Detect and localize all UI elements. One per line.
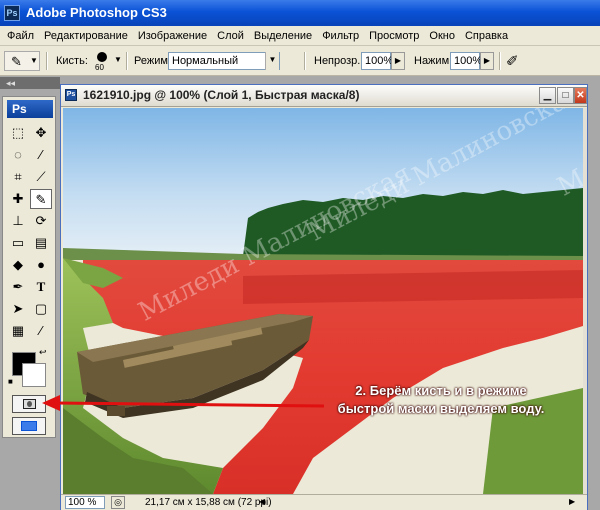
divider bbox=[46, 52, 48, 70]
swap-colors-icon[interactable]: ↩ bbox=[39, 347, 47, 358]
flow-input[interactable]: 100% bbox=[450, 52, 482, 70]
mode-label: Режим: bbox=[134, 55, 171, 67]
menu-filter[interactable]: Фильтр bbox=[317, 30, 364, 42]
shape-tool-icon[interactable]: ▢ bbox=[30, 299, 52, 319]
brush-picker-arrow-icon[interactable]: ▼ bbox=[114, 55, 122, 64]
document-window: Ps 1621910.jpg @ 100% (Слой 1, Быстрая м… bbox=[60, 84, 588, 510]
divider bbox=[304, 52, 306, 70]
menu-select[interactable]: Выделение bbox=[249, 30, 317, 42]
healing-brush-tool-icon[interactable]: ✚ bbox=[7, 189, 29, 209]
menu-file[interactable]: Файл bbox=[2, 30, 39, 42]
gradient-tool-icon[interactable]: ▤ bbox=[30, 233, 52, 253]
background-color-swatch[interactable] bbox=[22, 363, 46, 387]
options-bar: ✎ ▼ Кисть: 60 ▼ Режим: Нормальный ▼ Непр… bbox=[0, 46, 600, 76]
divider bbox=[499, 52, 501, 70]
maximize-button[interactable]: □ bbox=[557, 87, 574, 104]
scroll-left-icon[interactable]: ◀ bbox=[259, 497, 269, 508]
lasso-tool-icon[interactable]: ◌ bbox=[7, 145, 29, 165]
eraser-tool-icon[interactable]: ▭ bbox=[7, 233, 29, 253]
flow-label: Нажим: bbox=[414, 55, 453, 67]
screen-mode-button[interactable] bbox=[12, 417, 46, 435]
photoshop-logo-icon: Ps bbox=[4, 5, 20, 21]
screen-mode-icon bbox=[21, 421, 37, 431]
opacity-input[interactable]: 100% bbox=[361, 52, 393, 70]
menu-layer[interactable]: Слой bbox=[212, 30, 249, 42]
mode-select[interactable]: Нормальный ▼ bbox=[168, 52, 280, 70]
move-tool-icon[interactable]: ✥ bbox=[30, 123, 52, 143]
close-button[interactable]: ✕ bbox=[574, 87, 587, 104]
airbrush-icon[interactable]: ✐ bbox=[506, 52, 519, 70]
document-icon: Ps bbox=[65, 89, 77, 101]
flow-slider-button[interactable]: ▶ bbox=[480, 52, 494, 70]
mode-value: Нормальный bbox=[172, 55, 239, 67]
magic-wand-tool-icon[interactable]: ⁄ bbox=[30, 145, 52, 165]
brush-icon: ✎ bbox=[11, 54, 22, 69]
app-titlebar: Ps Adobe Photoshop CS3 bbox=[0, 0, 600, 26]
vertical-scrollbar[interactable] bbox=[583, 108, 587, 494]
default-colors-icon[interactable]: ■ bbox=[8, 377, 13, 386]
zoom-field[interactable]: 100 % bbox=[65, 496, 105, 509]
history-brush-tool-icon[interactable]: ⟳ bbox=[30, 211, 52, 231]
opacity-slider-button[interactable]: ▶ bbox=[391, 52, 405, 70]
app-title: Adobe Photoshop CS3 bbox=[26, 5, 167, 20]
annotation-line-2: быстрой маски выделяем воду. bbox=[337, 401, 545, 416]
image-canvas[interactable]: Миледи Малиновская Миледи Малиновская М bbox=[63, 108, 583, 494]
document-titlebar: Ps 1621910.jpg @ 100% (Слой 1, Быстрая м… bbox=[61, 85, 587, 107]
brush-tool-icon[interactable]: ✎ bbox=[30, 189, 52, 209]
document-size-info: 21,17 cм x 15,88 cм (72 ppi) bbox=[145, 497, 272, 508]
chevron-down-icon: ▼ bbox=[265, 52, 279, 70]
menu-edit[interactable]: Редактирование bbox=[39, 30, 133, 42]
annotation-arrow bbox=[42, 395, 325, 411]
type-tool-icon[interactable]: T bbox=[30, 277, 52, 297]
dodge-tool-icon[interactable]: ● bbox=[30, 255, 52, 275]
slice-tool-icon[interactable]: ⟋ bbox=[30, 167, 52, 187]
menu-image[interactable]: Изображение bbox=[133, 30, 212, 42]
menu-window[interactable]: Окно bbox=[424, 30, 460, 42]
document-title: 1621910.jpg @ 100% (Слой 1, Быстрая маск… bbox=[83, 88, 360, 102]
annotation-line-1: 2. Берём кисть и в режиме bbox=[355, 383, 527, 398]
toolbox-logo: Ps bbox=[7, 100, 53, 118]
path-selection-tool-icon[interactable]: ➤ bbox=[7, 299, 29, 319]
document-statusbar: 100 % ◎ 21,17 cм x 15,88 cм (72 ppi) ◀ ▶ bbox=[61, 494, 587, 510]
crop-tool-icon[interactable]: ⌗ bbox=[7, 167, 29, 187]
eyedropper-tool-icon[interactable]: ⁄ bbox=[30, 321, 52, 341]
toolbox-collapse-bar[interactable]: ◂◂ bbox=[0, 77, 60, 89]
status-info-icon[interactable]: ◎ bbox=[111, 496, 125, 509]
divider bbox=[126, 52, 128, 70]
blur-tool-icon[interactable]: ◆ bbox=[7, 255, 29, 275]
chevron-down-icon: ▼ bbox=[30, 56, 38, 65]
minimize-button[interactable]: ▁ bbox=[539, 87, 556, 104]
menu-help[interactable]: Справка bbox=[460, 30, 513, 42]
toolbox: Ps ⬚ ✥ ◌ ⁄ ⌗ ⟋ ✚ ✎ ⊥ ⟳ ▭ ▤ ◆ ● ✒ T ➤ ▢ ▦… bbox=[2, 96, 56, 438]
opacity-label: Непрозр.: bbox=[314, 55, 364, 67]
menu-view[interactable]: Просмотр bbox=[364, 30, 424, 42]
tool-preset-picker[interactable]: ✎ ▼ bbox=[4, 51, 40, 71]
marquee-tool-icon[interactable]: ⬚ bbox=[7, 123, 29, 143]
brush-preview-icon[interactable] bbox=[97, 52, 107, 62]
clone-stamp-tool-icon[interactable]: ⊥ bbox=[7, 211, 29, 231]
pen-tool-icon[interactable]: ✒ bbox=[7, 277, 29, 297]
brush-size: 60 bbox=[95, 63, 104, 72]
notes-tool-icon[interactable]: ▦ bbox=[7, 321, 29, 341]
quick-mask-icon bbox=[23, 399, 36, 409]
scroll-right-icon[interactable]: ▶ bbox=[569, 497, 579, 508]
annotation-text: 2. Берём кисть и в режиме быстрой маски … bbox=[316, 382, 566, 418]
brush-label: Кисть: bbox=[56, 55, 88, 67]
menu-bar: Файл Редактирование Изображение Слой Выд… bbox=[0, 26, 600, 46]
